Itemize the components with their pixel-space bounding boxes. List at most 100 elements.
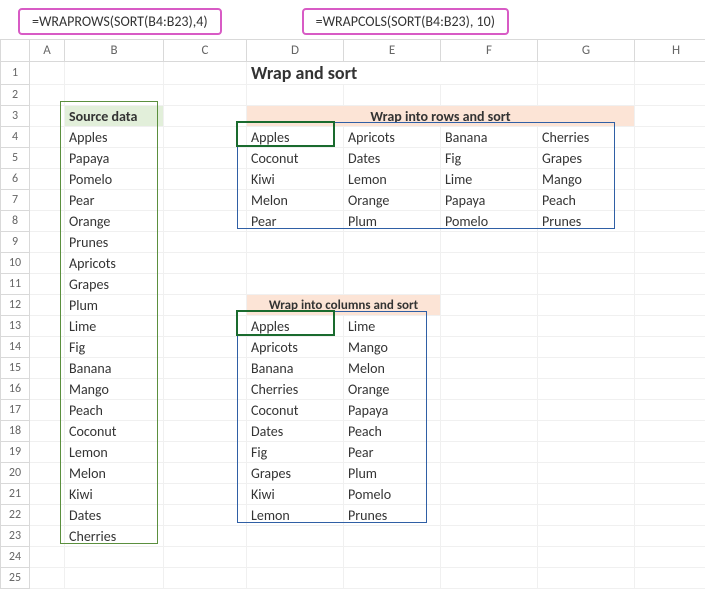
cell[interactable]: Mango (65, 379, 164, 400)
row-header[interactable]: 15 (1, 358, 30, 379)
cell[interactable]: Kiwi (247, 169, 344, 190)
col-header[interactable]: G (538, 40, 635, 62)
cell[interactable]: Pear (65, 190, 164, 211)
cell[interactable]: Prunes (65, 232, 164, 253)
row-header[interactable]: 13 (1, 316, 30, 337)
row-header[interactable]: 25 (1, 568, 30, 589)
cell[interactable]: Fig (441, 148, 538, 169)
cell[interactable]: Mango (538, 169, 635, 190)
cell[interactable]: Dates (344, 148, 441, 169)
col-header[interactable]: H (635, 40, 705, 62)
cell[interactable]: Lime (441, 169, 538, 190)
cell[interactable]: Melon (65, 463, 164, 484)
cell[interactable]: Plum (65, 295, 164, 316)
cell[interactable]: Orange (344, 379, 441, 400)
cell[interactable]: Pear (344, 442, 441, 463)
row-header[interactable]: 2 (1, 85, 30, 106)
row-header[interactable]: 24 (1, 547, 30, 568)
row-header[interactable]: 6 (1, 169, 30, 190)
cell[interactable]: Lime (65, 316, 164, 337)
cell[interactable]: Cherries (65, 526, 164, 547)
row-header[interactable]: 8 (1, 211, 30, 232)
cell[interactable]: Cherries (247, 379, 344, 400)
row-header[interactable]: 22 (1, 505, 30, 526)
cell[interactable]: Papaya (344, 400, 441, 421)
cell[interactable]: Lemon (65, 442, 164, 463)
row-header[interactable]: 5 (1, 148, 30, 169)
cell[interactable]: Pomelo (441, 211, 538, 232)
cell[interactable]: Prunes (538, 211, 635, 232)
cell[interactable]: Apples (65, 127, 164, 148)
formula-wrapcols: =WRAPCOLS(SORT(B4:B23), 10) (302, 8, 509, 35)
cell[interactable]: Melon (247, 190, 344, 211)
source-header: Source data (65, 106, 164, 127)
cell[interactable]: Plum (344, 211, 441, 232)
row-header[interactable]: 11 (1, 274, 30, 295)
cell[interactable]: Orange (65, 211, 164, 232)
row-header[interactable]: 3 (1, 106, 30, 127)
row-header[interactable]: 23 (1, 526, 30, 547)
col-header[interactable]: B (65, 40, 164, 62)
cell[interactable]: Pomelo (65, 169, 164, 190)
col-header[interactable]: A (30, 40, 65, 62)
row-header[interactable]: 14 (1, 337, 30, 358)
cell[interactable]: Pomelo (344, 484, 441, 505)
cell[interactable]: Papaya (65, 148, 164, 169)
row-header[interactable]: 12 (1, 295, 30, 316)
cell[interactable]: Apples (247, 316, 344, 337)
page-title: Wrap and sort (247, 62, 538, 85)
cell[interactable]: Kiwi (65, 484, 164, 505)
col-header[interactable]: E (344, 40, 441, 62)
cell[interactable]: Coconut (247, 148, 344, 169)
cell[interactable]: Cherries (538, 127, 635, 148)
row-header[interactable]: 21 (1, 484, 30, 505)
cell[interactable]: Banana (247, 358, 344, 379)
cell[interactable]: Plum (344, 463, 441, 484)
row-header[interactable]: 19 (1, 442, 30, 463)
cell[interactable]: Fig (65, 337, 164, 358)
row-header[interactable]: 9 (1, 232, 30, 253)
row-header[interactable]: 1 (1, 62, 30, 85)
grid[interactable]: A B C D E F G H 1 Wrap and sort 2 3 Sour… (0, 39, 705, 589)
cell[interactable]: Mango (344, 337, 441, 358)
cell[interactable]: Peach (65, 400, 164, 421)
col-header-row: A B C D E F G H (1, 40, 705, 62)
cell[interactable]: Coconut (65, 421, 164, 442)
cell[interactable]: Dates (65, 505, 164, 526)
row-header[interactable]: 17 (1, 400, 30, 421)
row-header[interactable]: 7 (1, 190, 30, 211)
cell[interactable]: Banana (441, 127, 538, 148)
cell[interactable]: Orange (344, 190, 441, 211)
select-all-corner[interactable] (1, 40, 30, 62)
cell[interactable]: Lemon (344, 169, 441, 190)
cell[interactable]: Dates (247, 421, 344, 442)
cell[interactable]: Peach (538, 190, 635, 211)
cell[interactable]: Coconut (247, 400, 344, 421)
row-header[interactable]: 20 (1, 463, 30, 484)
cell[interactable]: Grapes (247, 463, 344, 484)
cell[interactable]: Pear (247, 211, 344, 232)
cell[interactable]: Kiwi (247, 484, 344, 505)
col-header[interactable]: D (247, 40, 344, 62)
cell[interactable]: Banana (65, 358, 164, 379)
cell[interactable]: Apples (247, 127, 344, 148)
col-header[interactable]: C (164, 40, 247, 62)
row-header[interactable]: 4 (1, 127, 30, 148)
cell[interactable]: Melon (344, 358, 441, 379)
cell[interactable]: Grapes (538, 148, 635, 169)
cell[interactable]: Apricots (65, 253, 164, 274)
row-header[interactable]: 18 (1, 421, 30, 442)
cell[interactable]: Apricots (247, 337, 344, 358)
cell[interactable]: Lime (344, 316, 441, 337)
cell[interactable]: Prunes (344, 505, 441, 526)
cell[interactable]: Lemon (247, 505, 344, 526)
cell[interactable]: Fig (247, 442, 344, 463)
col-header[interactable]: F (441, 40, 538, 62)
cell[interactable]: Apricots (344, 127, 441, 148)
cell[interactable]: Grapes (65, 274, 164, 295)
spreadsheet[interactable]: A B C D E F G H 1 Wrap and sort 2 3 Sour… (0, 39, 705, 589)
row-header[interactable]: 10 (1, 253, 30, 274)
cell[interactable]: Peach (344, 421, 441, 442)
row-header[interactable]: 16 (1, 379, 30, 400)
cell[interactable]: Papaya (441, 190, 538, 211)
